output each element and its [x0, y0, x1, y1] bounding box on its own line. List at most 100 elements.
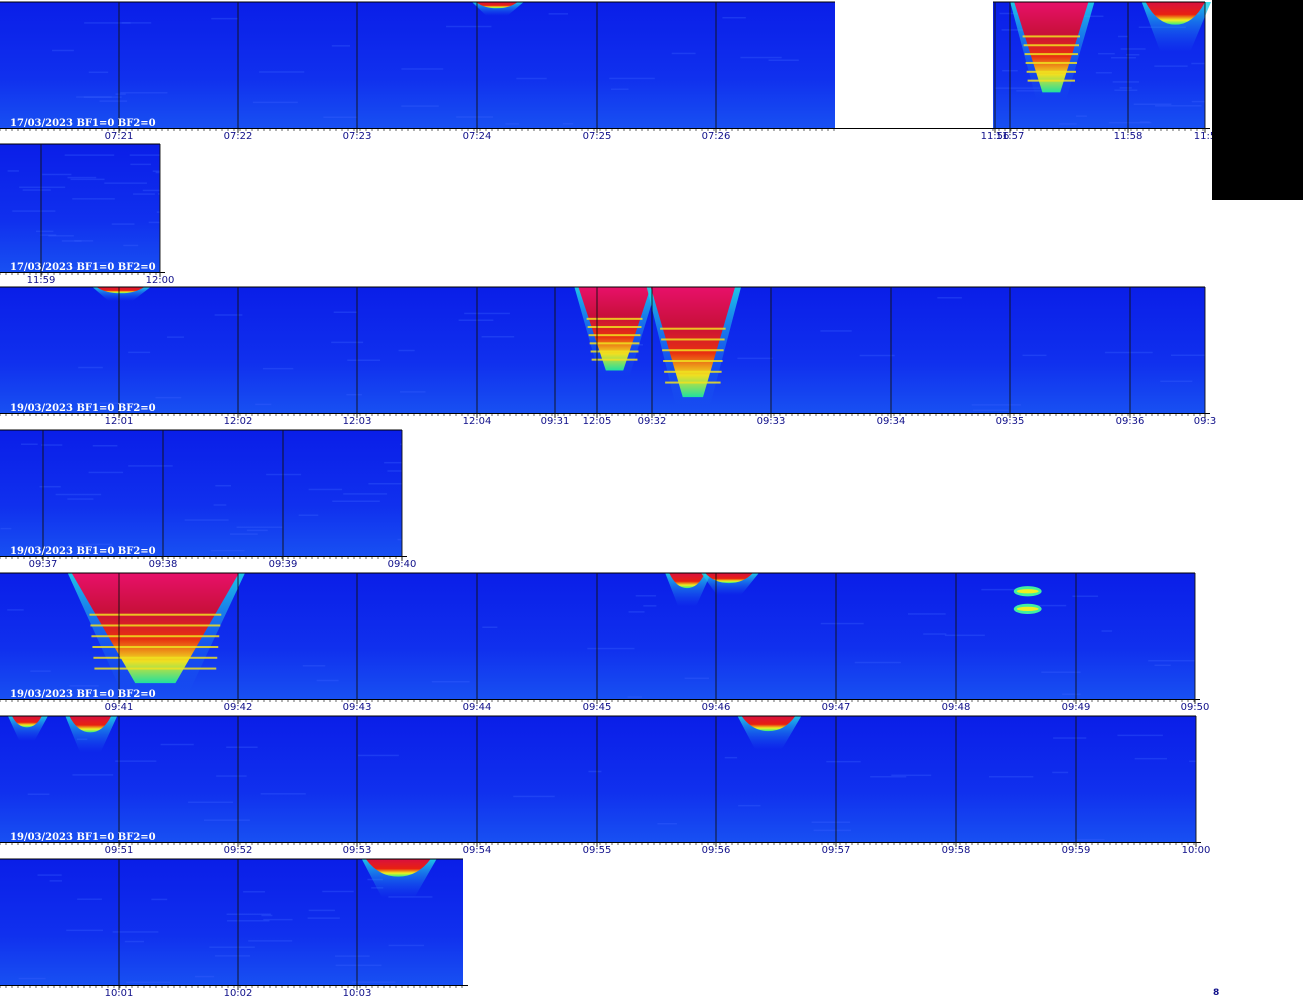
texture-streak [7, 170, 19, 172]
texture-streak [562, 122, 574, 125]
texture-streak [643, 605, 657, 607]
x-tick-label: 12:00 [146, 275, 175, 286]
texture-streak [740, 56, 782, 59]
echo-band [91, 635, 220, 638]
texture-streak [1098, 52, 1115, 55]
texture-streak [88, 71, 109, 74]
texture-streak [609, 77, 655, 80]
x-tick-label: 09:44 [463, 702, 492, 713]
x-tick-label: 09:54 [463, 845, 492, 856]
echogram-stage: 07:21 07:22 07:23 07:24 07:25 07:26 17/03/2023… [0, 1, 1216, 999]
texture-streak [263, 918, 293, 921]
echogram-panel: 12:01 12:02 12:03 12:04 09:31 12:05 09:32 09:33… [0, 286, 1216, 427]
texture-streak [331, 45, 350, 47]
texture-streak [298, 514, 319, 516]
texture-streak [826, 760, 861, 763]
echo-band [90, 624, 221, 627]
texture-streak [811, 821, 851, 823]
texture-streak [859, 354, 895, 357]
texture-streak [21, 443, 38, 445]
x-tick-label: 12:04 [463, 416, 492, 427]
texture-streak [1133, 103, 1172, 106]
echo-band [1024, 53, 1078, 56]
x-tick-label: 09:57 [822, 845, 851, 856]
texture-streak [262, 367, 294, 370]
echo-band [665, 381, 721, 384]
x-tick-label: 07:24 [463, 131, 492, 142]
x-tick-label: 09:59 [1062, 845, 1091, 856]
texture-streak [445, 25, 492, 28]
texture-streak [1120, 48, 1146, 50]
x-tick-label: 07:21 [105, 131, 134, 142]
texture-streak [611, 88, 629, 90]
texture-streak [266, 473, 302, 476]
texture-streak [49, 880, 62, 882]
x-tick-label: 07:26 [702, 131, 731, 142]
texture-streak [123, 244, 139, 247]
x-tick-label: 09:49 [1062, 702, 1091, 713]
texture-streak [1112, 81, 1139, 83]
texture-streak [368, 482, 402, 485]
texture-streak [1076, 115, 1087, 117]
texture-streak [255, 403, 272, 406]
texture-streak [37, 874, 62, 876]
texture-streak [989, 775, 1034, 778]
texture-streak [67, 176, 97, 179]
x-tick-label: 09:50 [1181, 702, 1210, 713]
texture-streak [126, 981, 171, 984]
texture-streak [148, 221, 160, 224]
texture-streak [35, 230, 54, 233]
echo-spot-core [1016, 589, 1039, 594]
echo-band [590, 350, 639, 353]
echogram-background [0, 2, 835, 128]
texture-streak [111, 223, 135, 225]
texture-streak [80, 543, 113, 546]
texture-streak [307, 917, 340, 919]
texture-streak [215, 484, 232, 487]
x-tick-label: 07:23 [343, 131, 372, 142]
x-tick-label: 09:37 [29, 559, 58, 570]
x-tick-label: 10:03 [343, 988, 372, 999]
texture-streak [84, 22, 131, 24]
x-tick-label: 09:34 [877, 416, 906, 427]
echo-band [1022, 35, 1080, 38]
texture-streak [505, 123, 519, 125]
texture-streak [19, 186, 66, 189]
echo-band [93, 656, 218, 659]
echo-band [663, 360, 723, 363]
panel-date-label: 19/03/2023 BF1=0 BF2=0 [10, 546, 156, 557]
texture-streak [22, 189, 51, 191]
echogram-panel: 11:59 12:00 17/03/2023 BF1=0 BF2=0 [0, 143, 175, 286]
texture-streak [937, 297, 962, 299]
texture-streak [1095, 72, 1112, 74]
x-tick-label: 09:38 [149, 559, 178, 570]
texture-streak [129, 154, 160, 156]
echo-band [1027, 79, 1075, 82]
texture-streak [1104, 351, 1153, 354]
texture-streak [42, 173, 72, 176]
texture-streak [18, 977, 46, 980]
texture-streak [322, 890, 354, 893]
texture-streak [400, 391, 426, 393]
texture-streak [1111, 56, 1136, 59]
texture-streak [387, 470, 402, 472]
texture-streak [587, 647, 635, 650]
texture-streak [76, 96, 112, 98]
texture-streak [115, 93, 126, 95]
x-tick-label: 09:3 [1194, 416, 1216, 427]
echo-band [1025, 61, 1077, 64]
texture-streak [259, 71, 305, 73]
texture-streak [12, 210, 56, 212]
texture-streak [1160, 380, 1193, 383]
texture-streak [209, 946, 255, 948]
texture-streak [588, 770, 602, 773]
texture-streak [155, 171, 160, 174]
echogram-background [0, 430, 402, 556]
texture-streak [214, 955, 251, 957]
texture-streak [226, 920, 270, 922]
x-tick-label: 10:00 [1182, 845, 1211, 856]
texture-streak [1189, 760, 1196, 763]
texture-streak [981, 588, 1015, 591]
echo-band [586, 317, 643, 320]
texture-streak [813, 829, 851, 832]
